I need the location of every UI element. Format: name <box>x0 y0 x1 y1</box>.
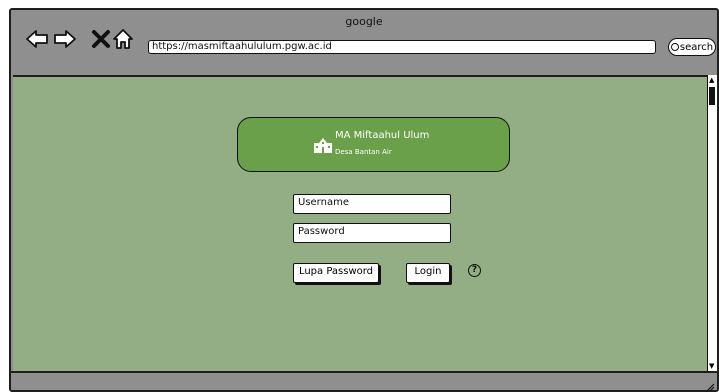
stop-icon[interactable] <box>89 27 113 51</box>
school-name: MA Miftaahul Ulum <box>335 130 430 141</box>
resize-grip-icon[interactable] <box>705 382 715 392</box>
vertical-scrollbar[interactable]: ▲ ▼ <box>707 75 717 371</box>
browser-window: google https://masmiftaahululum.pgw.ac.i… <box>9 8 719 392</box>
address-bar[interactable]: https://masmiftaahululum.pgw.ac.id <box>148 40 656 54</box>
school-icon <box>314 138 332 153</box>
username-input[interactable]: Username <box>293 194 451 214</box>
school-header-card: MA Miftaahul Ulum Desa Bantan Air <box>237 117 510 172</box>
scroll-up-icon[interactable]: ▲ <box>709 76 714 84</box>
home-icon[interactable] <box>111 27 135 51</box>
browser-toolbar: google https://masmiftaahululum.pgw.ac.i… <box>11 10 717 74</box>
search-button[interactable]: search <box>668 38 716 56</box>
page-content: MA Miftaahul Ulum Desa Bantan Air Userna… <box>13 75 707 373</box>
search-icon <box>670 43 679 51</box>
scroll-down-icon[interactable]: ▼ <box>709 362 714 370</box>
school-location: Desa Bantan Air <box>335 148 392 156</box>
status-bar <box>11 371 717 392</box>
search-button-label: search <box>679 41 714 53</box>
back-arrow-icon[interactable] <box>25 27 49 51</box>
help-icon[interactable]: ? <box>468 264 481 277</box>
login-button[interactable]: Login <box>406 263 450 283</box>
scroll-thumb[interactable] <box>709 87 715 105</box>
forgot-password-button[interactable]: Lupa Password <box>293 263 379 283</box>
password-input[interactable]: Password <box>293 223 451 243</box>
forward-arrow-icon[interactable] <box>53 27 77 51</box>
